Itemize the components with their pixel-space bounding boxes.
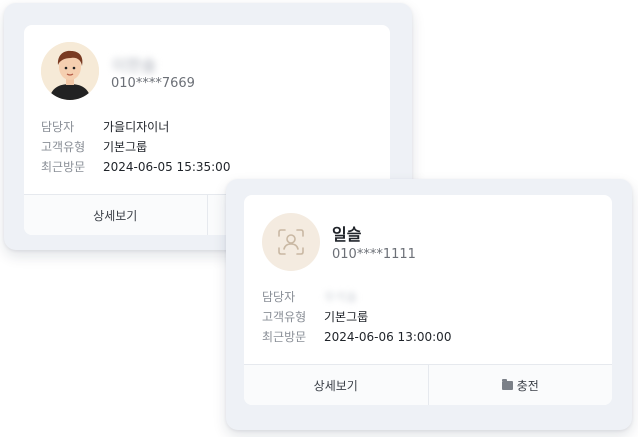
customer-phone: 010****1111	[332, 247, 416, 262]
info-value: 가을디자이너	[103, 120, 170, 134]
avatar-placeholder	[262, 213, 320, 271]
detail-button-label: 상세보기	[93, 208, 138, 223]
info-value: 우석솔	[324, 290, 358, 304]
customer-avatar	[41, 42, 99, 100]
info-label: 고객유형	[262, 310, 307, 324]
info-label: 고객유형	[41, 140, 86, 154]
info-row-manager: 담당자 가을디자이너	[41, 119, 169, 135]
info-value: 2024-06-06 13:00:00	[324, 330, 452, 344]
customer-card-2: 일슬 010****1111 담당자 우석솔 고객유형 기본그룹 최근방문 2024-…	[244, 195, 612, 405]
customer-name: 이한솔	[112, 56, 157, 75]
customer-phone: 010****7669	[111, 76, 195, 91]
info-row-customer-type: 고객유형 기본그룹	[262, 309, 368, 325]
info-value: 기본그룹	[324, 310, 369, 324]
charge-button-label: 충전	[516, 378, 539, 393]
charge-button[interactable]: 충전	[427, 365, 613, 405]
info-label: 최근방문	[262, 330, 307, 344]
info-row-customer-type: 고객유형 기본그룹	[41, 139, 147, 155]
card-actions: 상세보기 충전	[244, 364, 612, 405]
info-row-last-visit: 최근방문 2024-06-05 15:35:00	[41, 159, 230, 175]
info-label: 담당자	[41, 120, 75, 134]
info-row-last-visit: 최근방문 2024-06-06 13:00:00	[262, 329, 451, 345]
info-label: 최근방문	[41, 160, 86, 174]
avatar-illustration-icon	[41, 42, 99, 100]
wallet-icon	[501, 378, 513, 390]
info-row-manager: 담당자 우석솔	[262, 289, 357, 305]
detail-button[interactable]: 상세보기	[244, 365, 428, 405]
customer-card-frame-2: 일슬 010****1111 담당자 우석솔 고객유형 기본그룹 최근방문 2024-…	[226, 179, 632, 430]
user-scan-icon	[278, 229, 304, 255]
info-value: 기본그룹	[103, 140, 148, 154]
info-value: 2024-06-05 15:35:00	[103, 160, 231, 174]
detail-button[interactable]: 상세보기	[24, 195, 207, 235]
detail-button-label: 상세보기	[313, 378, 358, 393]
info-label: 담당자	[262, 290, 296, 304]
customer-name: 일슬	[332, 225, 362, 244]
